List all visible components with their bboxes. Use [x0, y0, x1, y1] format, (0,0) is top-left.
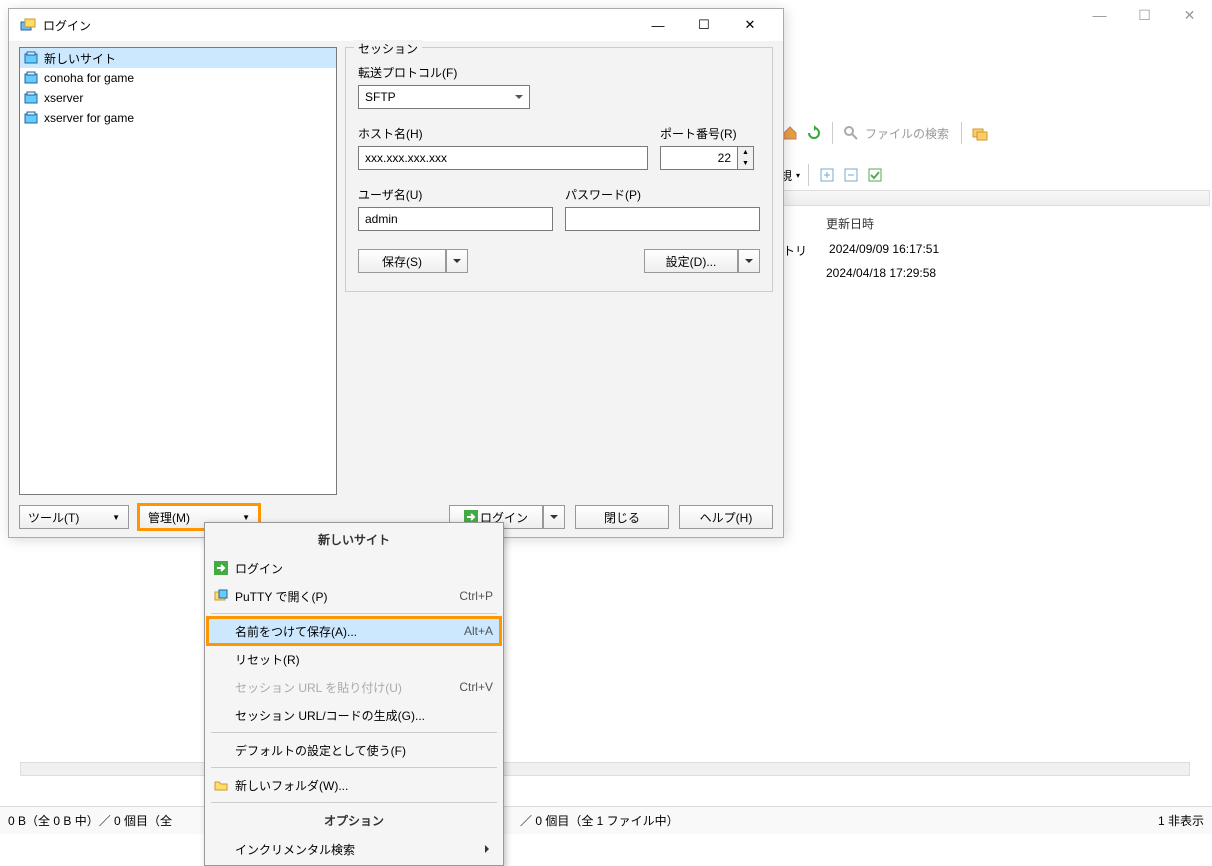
dialog-title: ログイン	[43, 17, 635, 34]
bg-path-bar[interactable]	[780, 190, 1210, 206]
bg-titlebar: — ☐ ✕	[782, 0, 1212, 30]
session-group: セッション 転送プロトコル(F) SFTP ホスト名(H) ポート番号(R)	[345, 47, 773, 292]
menu-item[interactable]: 新しいフォルダ(W)...	[207, 771, 501, 799]
status-right: 1 非表示	[1158, 812, 1204, 829]
search-icon[interactable]	[841, 123, 861, 143]
menu-item-label: リセット(R)	[235, 651, 300, 668]
menu-item-label: ログイン	[235, 560, 283, 577]
bg-column-header-date[interactable]: 更新日時	[826, 215, 874, 232]
username-input[interactable]	[358, 207, 553, 231]
putty-icon	[213, 588, 229, 604]
dialog-minimize-button[interactable]: —	[635, 11, 681, 39]
advanced-button: 設定(D)...	[644, 249, 738, 273]
menu-item[interactable]: セッション URL/コードの生成(G)...	[207, 701, 501, 729]
protocol-select[interactable]: SFTP	[358, 85, 530, 109]
port-label: ポート番号(R)	[660, 125, 760, 142]
site-list[interactable]: 新しいサイト conoha for game xserver xserver for …	[19, 47, 337, 495]
folder-icon	[213, 777, 229, 793]
site-icon	[24, 111, 40, 125]
menu-item-label: インクリメンタル検索	[235, 841, 355, 858]
login-button-dropdown	[543, 505, 565, 529]
host-label: ホスト名(H)	[358, 125, 648, 142]
save-button: 保存(S)	[358, 249, 446, 273]
menu-item[interactable]: リセット(R)	[207, 645, 501, 673]
protocol-label: 転送プロトコル(F)	[358, 64, 760, 81]
site-item[interactable]: 新しいサイト	[20, 48, 336, 68]
host-input[interactable]	[358, 146, 648, 170]
menu-item: セッション URL を貼り付け(U) Ctrl+V	[207, 673, 501, 701]
save-button-split[interactable]: 保存(S)	[358, 249, 468, 273]
site-item[interactable]: xserver for game	[20, 108, 336, 128]
refresh-icon[interactable]	[804, 123, 824, 143]
advanced-button-dropdown	[738, 249, 760, 273]
site-icon	[24, 91, 40, 105]
dialog-maximize-button[interactable]: ☐	[681, 11, 727, 39]
site-icon	[24, 71, 40, 85]
menu-item[interactable]: PuTTY で開く(P) Ctrl+P	[207, 582, 501, 610]
port-spin-down[interactable]: ▼	[738, 158, 753, 169]
username-label: ユーザ名(U)	[358, 186, 553, 203]
dialog-titlebar[interactable]: ログイン — ☐ ✕	[9, 9, 783, 41]
bg-close-button[interactable]: ✕	[1167, 0, 1212, 30]
help-button[interactable]: ヘルプ(H)	[679, 505, 773, 529]
menu-item[interactable]: ログイン	[207, 554, 501, 582]
plus-box-icon[interactable]	[817, 165, 837, 185]
menu-item-shortcut: Ctrl+P	[459, 589, 493, 603]
app-icon	[19, 16, 37, 34]
status-bar: 0 B（全 0 B 中）／ 0 個目（全 ／ 0 個目（全 1 ファイル中） 1…	[0, 806, 1212, 834]
port-input[interactable]	[660, 146, 738, 170]
bg-toolbar: ファイルの検索	[780, 120, 1200, 146]
site-item-label: xserver for game	[44, 111, 134, 125]
close-button[interactable]: 閉じる	[575, 505, 669, 529]
bg-maximize-button[interactable]: ☐	[1122, 0, 1167, 30]
search-label: ファイルの検索	[865, 125, 949, 142]
site-item-label: 新しいサイト	[44, 50, 116, 67]
login-dialog: ログイン — ☐ ✕ 新しいサイト conoha for game xserver x…	[8, 8, 784, 538]
menu-item[interactable]: デフォルトの設定として使う(F)	[207, 736, 501, 764]
session-legend: セッション	[354, 40, 422, 57]
menu-item[interactable]: 名前をつけて保存(A)... Alt+A	[207, 617, 501, 645]
menu-item-shortcut: Alt+A	[464, 624, 493, 638]
site-icon	[24, 51, 40, 65]
menu-item-label: セッション URL を貼り付け(U)	[235, 679, 402, 696]
status-center: ／ 0 個目（全 1 ファイル中）	[520, 812, 679, 829]
folders-icon[interactable]	[970, 123, 990, 143]
login-icon	[213, 560, 229, 576]
tools-button[interactable]: ツール(T)▼	[19, 505, 129, 529]
menu-item-label: 新しいフォルダ(W)...	[235, 777, 348, 794]
menu-item-label: PuTTY で開く(P)	[235, 588, 327, 605]
minus-box-icon[interactable]	[841, 165, 861, 185]
menu-item-label: デフォルトの設定として使う(F)	[235, 742, 406, 759]
menu-item-shortcut: Ctrl+V	[459, 680, 493, 694]
menu-item-label: セッション URL/コードの生成(G)...	[235, 707, 425, 724]
site-item-label: xserver	[44, 91, 83, 105]
bg-file-row-2[interactable]: 2024/04/18 17:29:58	[826, 266, 936, 280]
menu-item-label: 名前をつけて保存(A)...	[235, 623, 357, 640]
site-item[interactable]: conoha for game	[20, 68, 336, 88]
bg-minimize-button[interactable]: —	[1077, 0, 1122, 30]
bg-horizontal-scrollbar[interactable]	[20, 762, 1190, 776]
check-box-icon[interactable]	[865, 165, 885, 185]
password-label: パスワード(P)	[565, 186, 760, 203]
menu-item[interactable]: インクリメンタル検索	[207, 835, 501, 863]
bg-toolbar-2: 規 ▾	[780, 162, 1200, 188]
bg-file-row-1[interactable]: トリ 2024/09/09 16:17:51	[783, 242, 939, 259]
menu-subheader: オプション	[207, 806, 501, 835]
site-item[interactable]: xserver	[20, 88, 336, 108]
menu-header: 新しいサイト	[207, 525, 501, 554]
site-item-label: conoha for game	[44, 71, 134, 85]
save-button-dropdown	[446, 249, 468, 273]
password-input[interactable]	[565, 207, 760, 231]
port-spin-up[interactable]: ▲	[738, 147, 753, 158]
advanced-button-split[interactable]: 設定(D)...	[644, 249, 760, 273]
status-left: 0 B（全 0 B 中）／ 0 個目（全	[8, 812, 172, 829]
dialog-close-button[interactable]: ✕	[727, 11, 773, 39]
manage-context-menu: 新しいサイト ログイン PuTTY で開く(P) Ctrl+P 名前をつけて保存(A)…	[204, 522, 504, 866]
